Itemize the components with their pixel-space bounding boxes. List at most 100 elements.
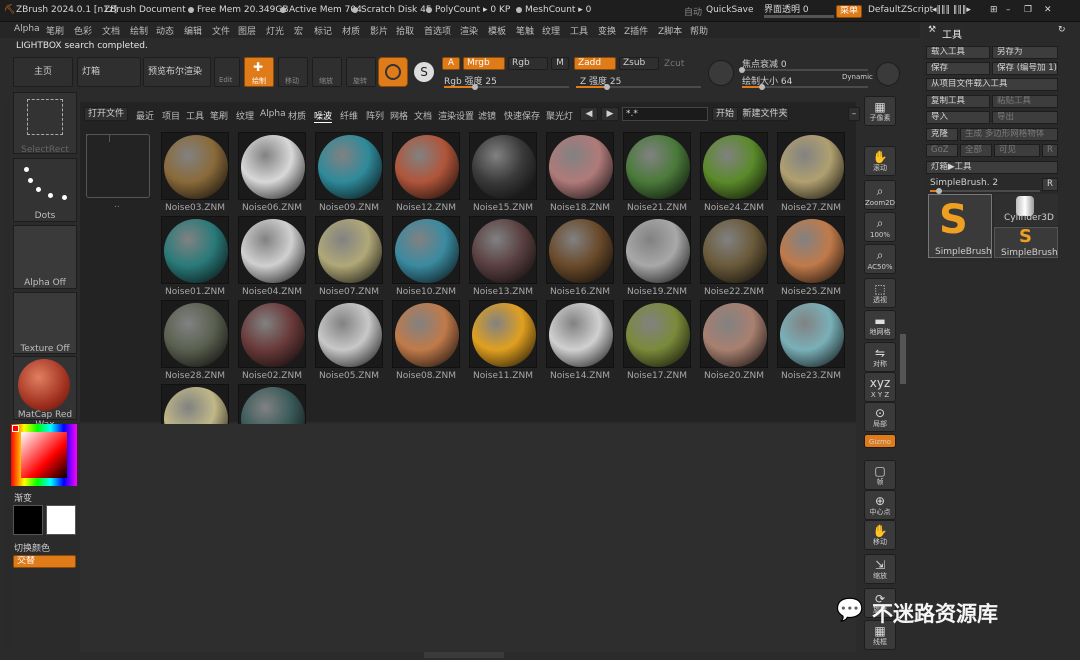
paste-tool-button[interactable]: 粘贴工具 xyxy=(992,95,1058,108)
right-shelf-button[interactable]: ⇋ 对称 xyxy=(864,342,896,372)
lightbox-tab[interactable]: 工具 xyxy=(186,109,204,122)
lightbox-tab[interactable]: 最近 xyxy=(136,109,154,122)
lightbox-tab[interactable]: 滤镜 xyxy=(478,109,496,122)
zadd-button[interactable]: Zadd xyxy=(574,57,616,70)
lightbox-tab[interactable]: 聚光灯 xyxy=(546,109,573,122)
stroke-icon[interactable] xyxy=(708,60,734,86)
right-shelf-button[interactable]: ⬚ 透视 xyxy=(864,278,896,308)
goz-visible-button[interactable]: 可见 xyxy=(994,144,1040,157)
menu-button[interactable]: 菜单 xyxy=(836,5,862,18)
current-tool-label[interactable]: SimpleBrush. 2 xyxy=(930,178,998,188)
load-from-project-button[interactable]: 从项目文件载入工具 xyxy=(926,78,1058,91)
prev-arrow-icon[interactable]: ◀ xyxy=(580,107,598,121)
dots-stroke-button[interactable]: Dots xyxy=(13,158,77,222)
noise-thumbnail[interactable] xyxy=(238,300,306,368)
material-swatch-button[interactable] xyxy=(378,57,408,87)
menu-item[interactable]: 图层 xyxy=(238,24,256,37)
tool-slider[interactable] xyxy=(930,188,1040,194)
a-button[interactable]: A xyxy=(442,57,460,70)
color-square[interactable] xyxy=(21,432,67,478)
draw-size-slider[interactable] xyxy=(742,84,868,90)
noise-thumbnail[interactable] xyxy=(392,300,460,368)
noise-thumbnail[interactable] xyxy=(546,216,614,284)
noise-thumbnail[interactable] xyxy=(315,300,383,368)
menu-item[interactable]: 色彩 xyxy=(74,24,92,37)
noise-thumbnail[interactable] xyxy=(700,216,768,284)
lightbox-tab[interactable]: 快速保存 xyxy=(504,109,540,122)
menu-item[interactable]: 模板 xyxy=(488,24,506,37)
z-intensity-slider[interactable] xyxy=(576,84,701,90)
mrgb-button[interactable]: Mrgb xyxy=(463,57,505,70)
right-shelf-button[interactable]: ▢ 帧 xyxy=(864,460,896,490)
noise-thumbnail[interactable] xyxy=(315,216,383,284)
menu-item[interactable]: 编辑 xyxy=(184,24,202,37)
menu-item[interactable]: 动态 xyxy=(156,24,174,37)
noise-thumbnail[interactable] xyxy=(469,132,537,200)
canvas-viewport[interactable] xyxy=(80,424,856,652)
folder-icon[interactable]: .. xyxy=(84,132,152,210)
load-tool-button[interactable]: 载入工具 xyxy=(926,46,990,59)
noise-thumbnail[interactable] xyxy=(392,132,460,200)
goz-all-button[interactable]: 全部 xyxy=(960,144,992,157)
tool-r-button[interactable]: R xyxy=(1042,178,1058,191)
refresh-icon[interactable]: ↻ xyxy=(1058,25,1066,35)
transparency-slider-label[interactable]: 界面透明 0 xyxy=(764,2,809,15)
goz-button[interactable]: GoZ xyxy=(926,144,958,157)
texture-button[interactable]: Texture Off xyxy=(13,292,77,354)
alpha-button[interactable]: Alpha Off xyxy=(13,225,77,289)
export-button[interactable]: 导出 xyxy=(992,111,1058,124)
goz-r-button[interactable]: R xyxy=(1042,144,1058,157)
menu-item[interactable]: 帮助 xyxy=(690,24,708,37)
noise-thumbnail[interactable] xyxy=(469,216,537,284)
zscript-label[interactable]: DefaultZScript xyxy=(868,5,933,15)
noise-thumbnail[interactable] xyxy=(623,216,691,284)
menu-item[interactable]: 变换 xyxy=(598,24,616,37)
right-tray-handle[interactable] xyxy=(900,334,906,384)
noise-thumbnail[interactable] xyxy=(161,300,229,368)
color-picker[interactable] xyxy=(11,424,77,486)
right-shelf-button[interactable]: ⌕ Zoom2D xyxy=(864,180,896,210)
menu-item[interactable]: 拾取 xyxy=(396,24,414,37)
noise-thumbnail[interactable] xyxy=(777,216,845,284)
menu-item[interactable]: 工具 xyxy=(570,24,588,37)
right-shelf-button[interactable]: ⌕ 100% xyxy=(864,212,896,242)
menu-item[interactable]: 纹理 xyxy=(542,24,560,37)
menu-item[interactable]: 渲染 xyxy=(460,24,478,37)
noise-thumbnail[interactable] xyxy=(161,132,229,200)
menu-item[interactable]: 绘制 xyxy=(130,24,148,37)
move-button[interactable]: 移动 xyxy=(278,57,308,87)
slider-knob[interactable] xyxy=(739,67,745,73)
draw-button[interactable]: ✚ 绘制 xyxy=(244,57,274,87)
close-icon[interactable]: ✕ xyxy=(1044,5,1052,15)
selectrect-button[interactable]: SelectRect xyxy=(13,92,77,155)
lightbox-collapse-icon[interactable]: – xyxy=(848,107,860,121)
rotate-button[interactable]: 旋转 xyxy=(346,57,376,87)
material-button[interactable]: MatCap Red Wax xyxy=(13,356,77,430)
home-button[interactable]: 主页 xyxy=(13,57,73,87)
noise-thumbnail[interactable] xyxy=(161,216,229,284)
right-shelf-button[interactable]: Gizmo xyxy=(864,434,896,448)
menu-item[interactable]: Z插件 xyxy=(624,24,648,37)
right-shelf-button[interactable]: ▦ 子像素 xyxy=(864,96,896,126)
menu-item[interactable]: 笔刷 xyxy=(46,24,64,37)
lightbox-tab[interactable]: 纹理 xyxy=(236,109,254,122)
lightbox-tab[interactable]: 笔刷 xyxy=(210,109,228,122)
menu-item[interactable]: 灯光 xyxy=(266,24,284,37)
lightbox-tab[interactable]: 项目 xyxy=(162,109,180,122)
save-button[interactable]: 保存 xyxy=(926,62,990,75)
lightbox-tab[interactable]: Alpha xyxy=(260,109,286,119)
rgb-button[interactable]: Rgb xyxy=(508,57,548,70)
noise-thumbnail[interactable] xyxy=(700,300,768,368)
menu-item[interactable]: 首选项 xyxy=(424,24,451,37)
zcut-button[interactable]: Zcut xyxy=(664,59,684,69)
open-file-button[interactable]: 打开文件 xyxy=(84,107,128,121)
cylinder3d-thumbnail[interactable]: Cylinder3D xyxy=(994,194,1058,226)
gradient-label[interactable]: 渐变 xyxy=(14,491,32,504)
noise-thumbnail[interactable] xyxy=(315,132,383,200)
right-shelf-button[interactable]: ⊙ 局部 xyxy=(864,402,896,432)
menu-item[interactable]: 影片 xyxy=(370,24,388,37)
swap-icon[interactable]: S xyxy=(414,62,434,82)
right-shelf-button[interactable]: ✋ 滚动 xyxy=(864,146,896,176)
lightbox-tab[interactable]: 材质 xyxy=(288,109,306,122)
new-folder-button[interactable]: 新建文件夹 xyxy=(741,107,789,121)
